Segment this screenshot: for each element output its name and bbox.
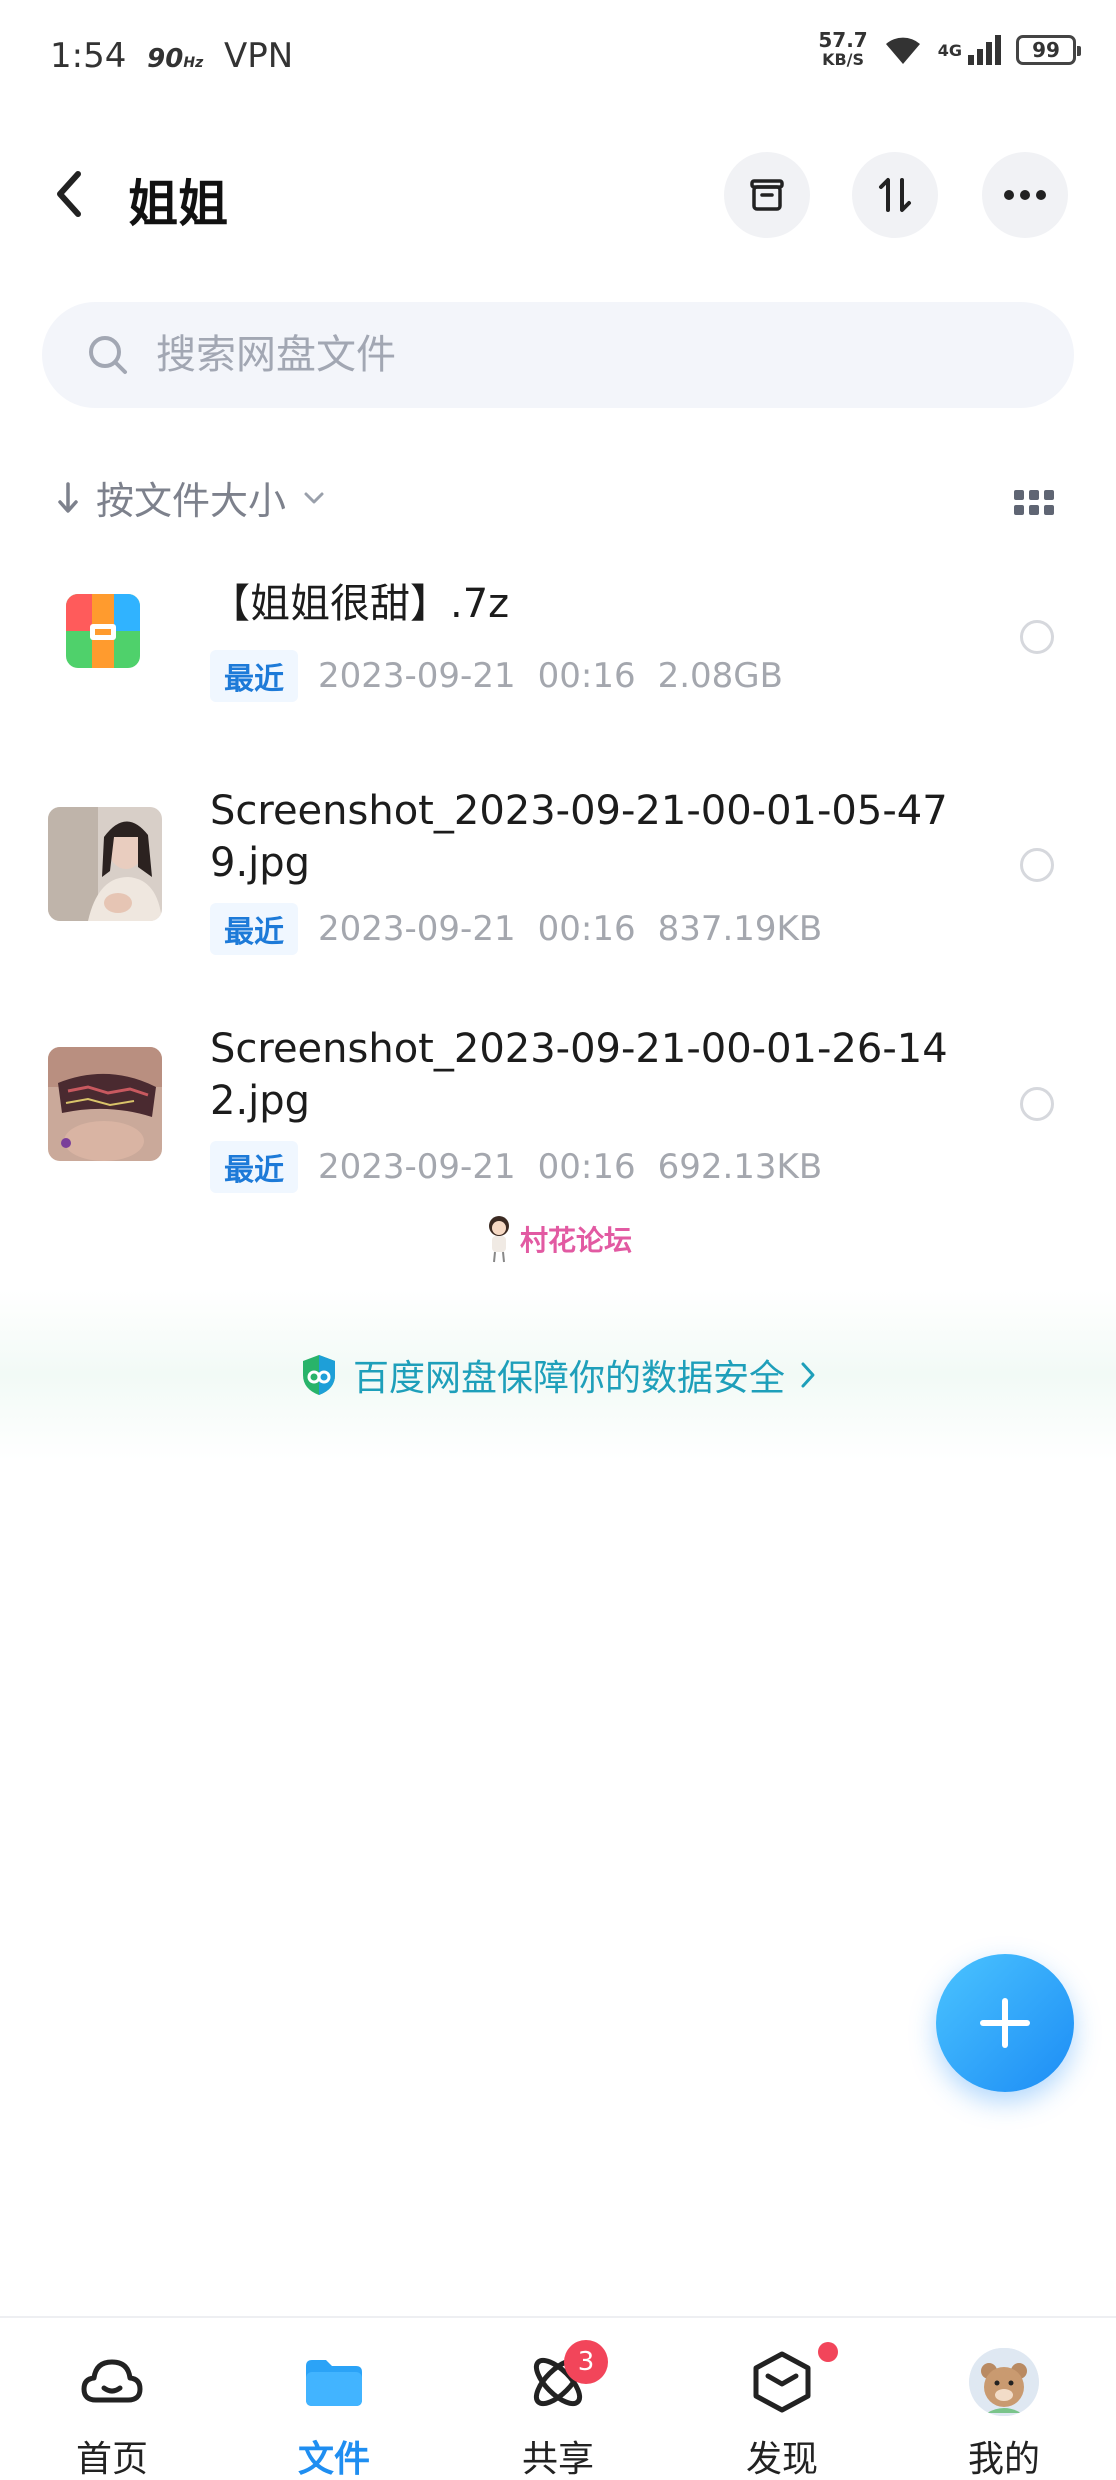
watermark: 村花论坛 [484,1214,632,1264]
refresh-unit: Hz [183,55,204,71]
file-time: 00:16 [537,1147,636,1187]
recent-tag: 最近 [210,1141,298,1193]
file-date: 2023-09-21 [318,909,516,949]
file-row[interactable]: 【姐姐很甜】.7z 最近 2023-09-21 00:16 2.08GB [0,570,1116,720]
cloud-icon [78,2348,146,2416]
sort-selector[interactable]: 按文件大小 [56,470,326,525]
more-button[interactable] [982,152,1068,238]
grid-icon-cell [1029,505,1039,515]
file-date: 2023-09-21 [318,1147,516,1187]
bottom-nav: 首页 文件 3 共享 发现 我的 [0,2316,1116,2480]
security-banner[interactable]: 百度网盘保障你的数据安全 [0,1290,1116,1460]
nav-label: 发现 [745,2439,818,2480]
nav-label: 文件 [297,2439,370,2480]
file-name: Screenshot_2023-09-21-00-01-26-142.jpg [210,1026,948,1124]
network-speed-value: 57.7 [818,28,868,52]
archive-button[interactable] [724,152,810,238]
more-dots-icon [1004,190,1046,200]
chevron-down-icon [304,492,324,503]
grid-icon-cell [1014,505,1024,515]
status-bar: 1:54 90Hz VPN 57.7 KB/S 4G 99 [0,0,1116,110]
network-speed: 57.7 KB/S [818,30,867,70]
add-button[interactable] [936,1954,1074,2092]
cube-icon [748,2342,838,2416]
chevron-left-icon [57,171,81,217]
nav-files[interactable]: 文件 [254,2318,414,2480]
recent-tag: 最近 [210,650,298,702]
status-icons: 57.7 KB/S 4G 99 [818,30,1081,70]
grid-view-toggle[interactable] [1014,490,1054,518]
network-type: 4G [937,40,962,60]
network-speed-unit: KB/S [822,50,865,69]
header: 姐姐 [0,140,1116,250]
nav-label: 首页 [75,2439,148,2480]
grid-icon-cell [1044,490,1054,500]
recent-tag: 最近 [210,903,298,955]
file-meta: 最近 2023-09-21 00:16 692.13KB [210,1141,822,1193]
search-input[interactable] [156,332,956,378]
nav-share[interactable]: 3 共享 [478,2318,638,2480]
file-time: 00:16 [537,909,636,949]
grid-icon-cell [1044,505,1054,515]
chevron-right-icon [801,1362,815,1388]
archive-icon [64,592,142,670]
sort-toggle-button[interactable] [852,152,938,238]
file-size: 2.08GB [657,656,783,696]
back-button[interactable] [50,166,100,222]
image-thumbnail [48,807,162,921]
select-checkbox[interactable] [1020,848,1054,882]
file-name: 【姐姐很甜】.7z [210,581,510,627]
image-thumbnail [48,1047,162,1161]
file-row[interactable]: Screenshot_2023-09-21-00-01-05-479.jpg 最… [0,785,1116,985]
battery-indicator: 99 [1016,35,1081,65]
search-icon [89,336,127,374]
select-checkbox[interactable] [1020,1087,1054,1121]
signal-icon [968,35,1001,65]
file-row[interactable]: Screenshot_2023-09-21-00-01-26-142.jpg 最… [0,1023,1116,1223]
nav-label: 我的 [967,2439,1040,2480]
watermark-text: 村花论坛 [520,1224,633,1257]
vpn-indicator: VPN [224,36,294,76]
wifi-icon [885,37,920,64]
sort-arrows-icon [879,178,911,212]
nav-home[interactable]: 首页 [32,2318,192,2480]
avatar [969,2348,1039,2416]
clock: 1:54 [50,36,127,76]
nav-me[interactable]: 我的 [924,2318,1084,2480]
file-meta: 最近 2023-09-21 00:16 2.08GB [210,650,783,702]
file-date: 2023-09-21 [318,656,516,696]
file-size: 837.19KB [657,909,823,949]
notification-dot [818,2342,838,2362]
file-name: Screenshot_2023-09-21-00-01-05-479.jpg [210,788,948,886]
folder-icon [300,2348,368,2416]
grid-icon-cell [1029,490,1039,500]
archive-box-icon [750,179,784,211]
notification-badge: 3 [564,2340,608,2384]
status-time: 1:54 90Hz VPN [50,36,293,76]
grid-icon [1014,490,1024,500]
page-title: 姐姐 [128,175,228,233]
girl-sticker-icon [489,1216,509,1263]
file-time: 00:16 [537,656,636,696]
nav-label: 共享 [521,2439,594,2480]
arrow-down-icon [58,481,78,513]
plus-icon [980,1998,1030,2048]
refresh-rate: 90 [147,44,184,74]
file-meta: 最近 2023-09-21 00:16 837.19KB [210,903,822,955]
atom-icon: 3 [524,2340,608,2416]
search-bar[interactable] [42,302,1074,408]
shield-icon [302,1355,335,1395]
select-checkbox[interactable] [1020,620,1054,654]
file-size: 692.13KB [657,1147,823,1187]
nav-discover[interactable]: 发现 [702,2318,862,2480]
sort-label: 按文件大小 [96,479,287,523]
security-banner-text: 百度网盘保障你的数据安全 [352,1358,785,1399]
